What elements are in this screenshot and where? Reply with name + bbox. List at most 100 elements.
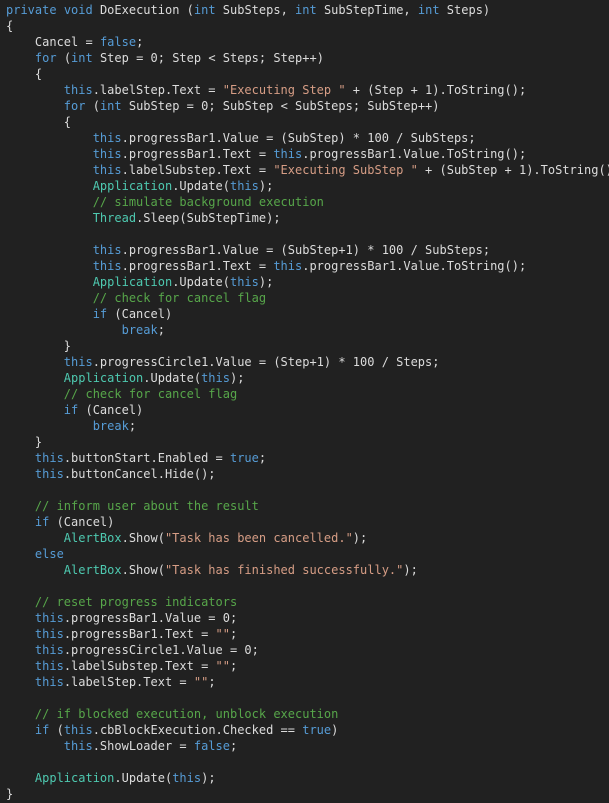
code-token-cls: AlertBox: [63, 563, 122, 577]
code-line: this.progressBar1.Value = 0;: [6, 610, 609, 626]
code-token-id: }: [34, 435, 43, 449]
code-token-id: + (SubStep + 1).ToString();: [417, 163, 609, 177]
code-token-id: .labelStep.Text =: [63, 675, 194, 689]
code-token-id: SubStepTime,: [316, 3, 418, 17]
code-token-kw: int: [71, 51, 93, 65]
code-token-id: .progressBar1.Text =: [121, 147, 274, 161]
code-token-id: (: [56, 51, 72, 65]
code-token-id: );: [352, 531, 368, 545]
code-line: this.progressCircle1.Value = 0;: [6, 642, 609, 658]
code-token-kw: private: [6, 3, 57, 17]
code-token-id: .buttonStart.Enabled =: [63, 451, 230, 465]
code-line: this.labelStep.Text = "Executing Step " …: [6, 82, 609, 98]
code-token-kw: break: [92, 419, 129, 433]
code-line: {: [6, 114, 609, 130]
code-token-id: .Update(: [172, 275, 230, 289]
code-token-kw: this: [63, 739, 93, 753]
code-line: }: [6, 338, 609, 354]
code-token-kw: for: [63, 99, 86, 113]
code-token-id: [57, 3, 64, 17]
code-line: if (Cancel): [6, 402, 609, 418]
code-line: Application.Update(this);: [6, 274, 609, 290]
code-token-id: );: [403, 563, 418, 577]
code-token-id: .progressBar1.Value = (SubStep+1) * 100 …: [121, 243, 491, 257]
code-token-kw: this: [92, 243, 122, 257]
code-token-cls: Application: [34, 771, 115, 785]
code-token-kw: int: [193, 3, 216, 17]
code-line: {: [6, 18, 609, 34]
code-token-cls: Application: [92, 275, 173, 289]
code-token-id: {: [34, 67, 43, 81]
code-token-str: "": [215, 659, 230, 673]
code-token-kw: this: [201, 371, 230, 385]
code-token-id: ;: [128, 419, 137, 433]
code-line: break;: [6, 322, 609, 338]
code-line: Thread.Sleep(SubStepTime);: [6, 210, 609, 226]
code-token-id: .labelStep.Text =: [92, 83, 223, 97]
code-line: for (int Step = 0; Step < Steps; Step++): [6, 50, 609, 66]
code-editor-surface: private void DoExecution (int SubSteps, …: [0, 0, 609, 803]
code-line: }: [6, 786, 609, 802]
code-token-id: + (Step + 1).ToString();: [345, 83, 527, 97]
code-token-cmt: // check for cancel flag: [63, 387, 238, 401]
code-token-kw: int: [295, 3, 317, 17]
code-line: // check for cancel flag: [6, 290, 609, 306]
code-line: this.progressBar1.Text = this.progressBa…: [6, 146, 609, 162]
code-token-kw: this: [92, 147, 122, 161]
code-token-cls: AlertBox: [63, 531, 122, 545]
code-token-id: .progressCircle1.Value = 0;: [63, 643, 259, 657]
code-token-id: .progressBar1.Value = 0;: [63, 611, 238, 625]
code-token-id: );: [258, 275, 274, 289]
code-line: this.buttonCancel.Hide();: [6, 466, 609, 482]
code-token-str: "Executing Step ": [222, 83, 346, 97]
code-line: // reset progress indicators: [6, 594, 609, 610]
code-token-kw: this: [92, 259, 122, 273]
code-token-id: .Sleep(SubStepTime);: [136, 211, 281, 225]
code-block: private void DoExecution (int SubSteps, …: [0, 2, 609, 802]
code-line: Application.Update(this);: [6, 770, 609, 786]
code-token-kw: this: [229, 179, 259, 193]
code-token-kw: this: [34, 659, 64, 673]
code-token-id: ;: [229, 627, 238, 641]
code-token-id: .cbBlockExecution.Checked ==: [92, 723, 303, 737]
code-line: else: [6, 546, 609, 562]
code-token-kw: this: [63, 723, 93, 737]
code-token-cmt: // reset progress indicators: [34, 595, 238, 609]
code-token-id: ;: [258, 451, 267, 465]
code-token-id: ): [331, 723, 339, 737]
code-token-kw: true: [229, 451, 259, 465]
code-line: this.buttonStart.Enabled = true;: [6, 450, 609, 466]
code-token-kw: true: [302, 723, 332, 737]
code-token-kw: if: [92, 307, 108, 321]
code-token-id: .Show(: [121, 531, 165, 545]
code-token-cmt: // if blocked execution, unblock executi…: [34, 707, 339, 721]
code-line: // check for cancel flag: [6, 386, 609, 402]
code-token-id: .labelSubstep.Text =: [121, 163, 274, 177]
code-token-id: .progressBar1.Value.ToString();: [302, 147, 527, 161]
code-token-kw: this: [34, 627, 64, 641]
code-token-id: {: [63, 115, 72, 129]
code-token-kw: this: [34, 451, 64, 465]
code-token-str: "Task has been cancelled.": [164, 531, 353, 545]
code-token-kw: false: [193, 739, 230, 753]
code-token-kw: this: [273, 147, 303, 161]
code-line: this.labelSubstep.Text = "Executing SubS…: [6, 162, 609, 178]
